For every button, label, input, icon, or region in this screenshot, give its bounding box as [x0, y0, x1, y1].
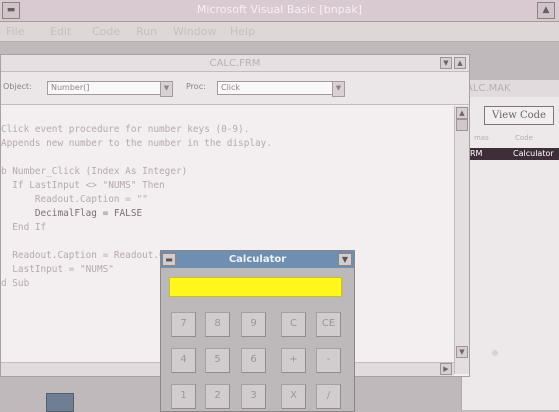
vertical-scrollbar[interactable]: ▲ ▼ [454, 106, 469, 374]
code-line: Click event procedure for number keys (0… [1, 124, 250, 135]
main-window-title: Microsoft Visual Basic [bnpak] [196, 3, 363, 16]
proc-label: Proc: [186, 82, 206, 91]
chevron-down-icon[interactable]: ▼ [160, 81, 173, 97]
calculator-form[interactable]: Calculator ▬ ▼ 7 8 9 C CE 4 5 6 + - 1 2 … [160, 250, 355, 412]
scroll-down-icon[interactable]: ▼ [456, 346, 468, 358]
proc-combo[interactable]: Click ▼ [217, 81, 345, 97]
system-menu-icon[interactable]: ▬ [2, 2, 20, 19]
key-minus[interactable]: - [316, 348, 341, 373]
project-item-calculator[interactable]: RM Calculator [466, 148, 559, 160]
project-title-text: ALC.MAK [466, 83, 511, 94]
minimize-icon[interactable]: ▼ [440, 57, 452, 69]
calculator-title-bar[interactable]: Calculator [161, 251, 354, 268]
readout-display [169, 277, 342, 297]
scroll-right-icon[interactable]: ▶ [440, 363, 452, 375]
code-toolbar: Object: Number(] ▼ Proc: Click ▼ [1, 72, 469, 105]
project-item-name: Calculator [513, 149, 554, 158]
column-label-code: Code [515, 134, 533, 142]
scroll-up-icon[interactable]: ▲ [456, 107, 468, 119]
project-column-labels: mas Code [474, 134, 533, 142]
maximize-icon[interactable]: ▲ [537, 2, 555, 19]
code-window-title-bar: CALC.FRM [1, 55, 469, 72]
minimized-window-icon[interactable] [46, 393, 74, 412]
scroll-thumb[interactable] [456, 119, 468, 131]
menu-window[interactable]: Window [173, 25, 216, 38]
key-7[interactable]: 7 [171, 312, 196, 337]
key-5[interactable]: 5 [205, 348, 230, 373]
calculator-system-menu-icon[interactable]: ▬ [162, 253, 176, 266]
code-line: LastInput = "NUMS" [1, 264, 114, 275]
key-divide[interactable]: / [316, 384, 341, 409]
code-line: End If [1, 222, 47, 233]
calculator-title: Calculator [228, 254, 287, 265]
key-4[interactable]: 4 [171, 348, 196, 373]
main-window-title-bar: Microsoft Visual Basic [bnpak] [0, 0, 559, 22]
menu-file[interactable]: File [6, 25, 24, 38]
code-line: d Sub [1, 278, 30, 289]
menu-help[interactable]: Help [230, 25, 255, 38]
key-plus[interactable]: + [281, 348, 306, 373]
key-6[interactable]: 6 [241, 348, 266, 373]
key-clear-entry[interactable]: CE [316, 312, 341, 337]
proc-combo-value: Click [221, 83, 241, 92]
key-1[interactable]: 1 [171, 384, 196, 409]
code-line: b Number_Click (Index As Integer) [1, 166, 188, 177]
code-line: If LastInput <> "NUMS" Then [1, 180, 165, 191]
object-combo-value: Number(] [51, 83, 90, 92]
project-window: ALC.MAK View Code mas Code RM Calculator [461, 80, 559, 410]
project-window-title: ALC.MAK [462, 80, 559, 97]
key-multiply[interactable]: X [281, 384, 306, 409]
key-2[interactable]: 2 [205, 384, 230, 409]
menu-code[interactable]: Code [92, 25, 120, 38]
menu-run[interactable]: Run [136, 25, 157, 38]
code-line: DecimalFlag = FALSE [1, 208, 143, 219]
menu-edit[interactable]: Edit [50, 25, 71, 38]
key-3[interactable]: 3 [241, 384, 266, 409]
chevron-down-icon[interactable]: ▼ [332, 81, 345, 97]
project-item-file: RM [470, 149, 483, 158]
key-clear[interactable]: C [281, 312, 306, 337]
calculator-minimize-icon[interactable]: ▼ [338, 253, 352, 266]
key-9[interactable]: 9 [241, 312, 266, 337]
object-combo[interactable]: Number(] ▼ [47, 81, 173, 97]
key-8[interactable]: 8 [205, 312, 230, 337]
decorative-dot [492, 350, 498, 356]
menu-bar: File Edit Code Run Window Help [0, 22, 559, 42]
object-label: Object: [3, 82, 32, 91]
view-code-button[interactable]: View Code [484, 106, 554, 125]
column-label-forms: mas [474, 134, 489, 142]
code-line: Readout.Caption = "" [1, 194, 148, 205]
code-line: Appends new number to the number in the … [1, 138, 272, 149]
maximize-icon[interactable]: ▲ [454, 57, 466, 69]
code-window-title: CALC.FRM [209, 58, 261, 69]
